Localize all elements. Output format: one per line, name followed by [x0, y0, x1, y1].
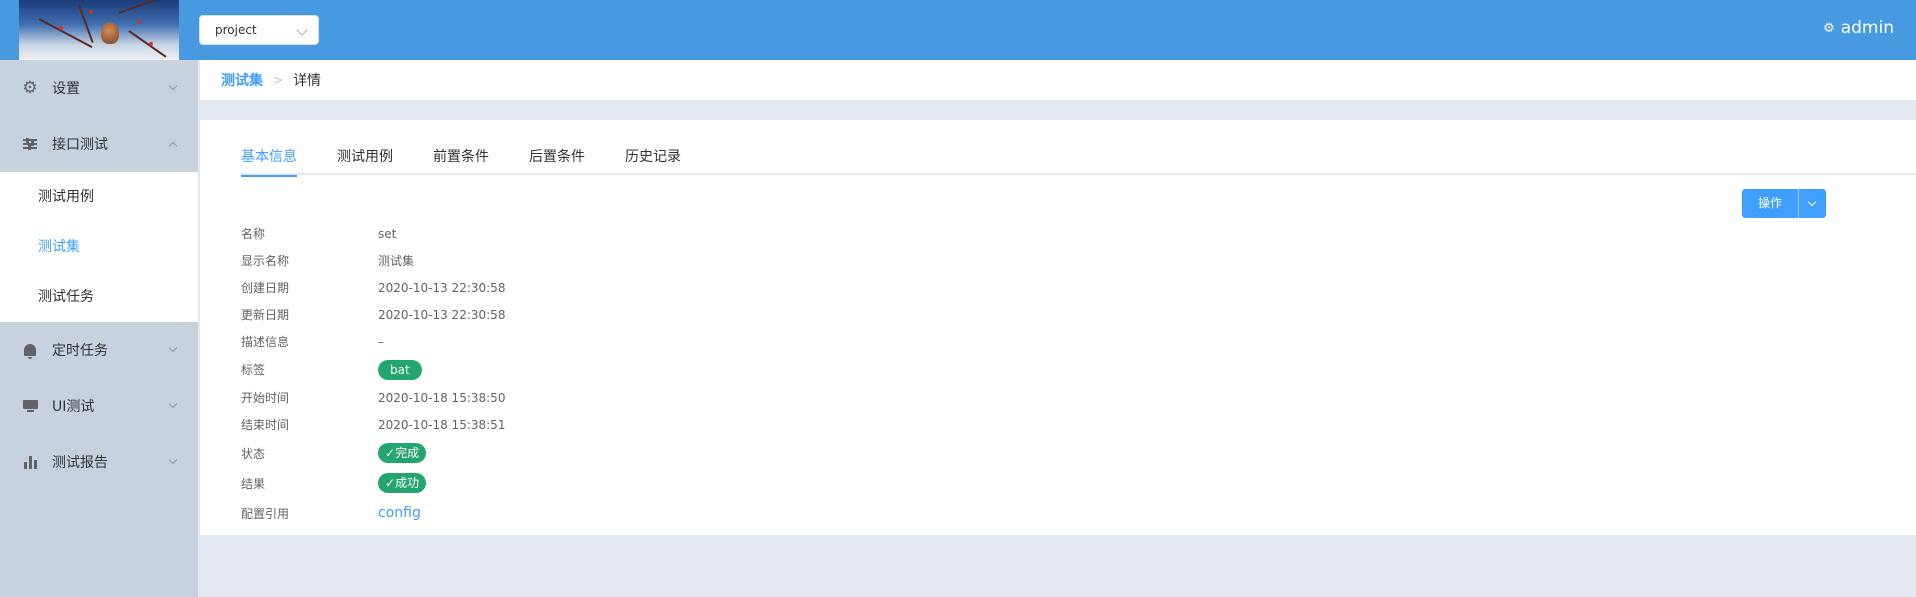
- monitor-icon: [22, 398, 38, 414]
- sidebar-item-label: 设置: [52, 81, 80, 97]
- sidebar-item-ui-test[interactable]: UI测试: [0, 378, 198, 434]
- detail-value-display-name: 测试集: [378, 254, 415, 268]
- detail-value-created: 2020-10-13 22:30:58: [378, 280, 506, 295]
- detail-row-result: 结果 ✓成功: [241, 468, 505, 498]
- detail-row-created: 创建日期 2020-10-13 22:30:58: [241, 274, 505, 301]
- detail-row-status: 状态 ✓完成: [241, 438, 505, 468]
- sidebar-item-settings[interactable]: ⚙ 设置: [0, 60, 198, 116]
- config-link[interactable]: config: [378, 505, 421, 521]
- status-badge: ✓完成: [378, 443, 427, 463]
- detail-label: 更新日期: [241, 308, 290, 322]
- sidebar-item-label: UI测试: [52, 399, 95, 415]
- sidebar-item-label: 定时任务: [52, 343, 108, 359]
- detail-list: 名称 set 显示名称 测试集 创建日期 2020-10-13 22:30:58…: [241, 220, 505, 528]
- detail-label: 配置引用: [241, 506, 290, 521]
- detail-label: 显示名称: [241, 254, 290, 268]
- detail-label: 创建日期: [241, 281, 290, 295]
- detail-row-tags: 标签 bat: [241, 355, 505, 384]
- detail-row-start-time: 开始时间 2020-10-18 15:38:50: [241, 384, 505, 411]
- detail-label: 开始时间: [241, 391, 290, 405]
- tab-history[interactable]: 历史记录: [625, 120, 681, 175]
- sidebar-item-label: 接口测试: [52, 137, 108, 153]
- chevron-down-icon: [168, 343, 178, 353]
- check-icon: ✓: [385, 446, 396, 460]
- logo-image: [19, 0, 179, 60]
- detail-label: 标签: [241, 363, 266, 377]
- detail-row-config-ref: 配置引用 config: [241, 498, 505, 528]
- sidebar-item-api-test[interactable]: 接口测试: [0, 116, 198, 172]
- sidebar-item-test-cases[interactable]: 测试用例: [0, 172, 198, 222]
- chevron-down-icon: [168, 81, 178, 91]
- project-select[interactable]: project: [199, 15, 319, 45]
- detail-row-description: 描述信息 –: [241, 328, 505, 355]
- bell-icon: [22, 342, 38, 359]
- detail-card: 基本信息 测试用例 前置条件 后置条件 历史记录 操作 名称 set 显示名称 …: [200, 120, 1916, 535]
- result-badge-label: 成功: [395, 476, 420, 490]
- detail-row-updated: 更新日期 2020-10-13 22:30:58: [241, 301, 505, 328]
- tab-preconditions[interactable]: 前置条件: [433, 120, 489, 175]
- project-select-value: project: [215, 23, 257, 37]
- user-name: admin: [1840, 18, 1894, 38]
- check-icon: ✓: [385, 476, 396, 490]
- sliders-icon: [22, 136, 38, 152]
- chevron-up-icon: [168, 141, 178, 151]
- chevron-down-icon: [168, 399, 178, 409]
- tab-bar: 基本信息 测试用例 前置条件 后置条件 历史记录: [241, 120, 1916, 177]
- breadcrumb-link-test-suites[interactable]: 测试集: [221, 70, 263, 90]
- bar-chart-icon: [22, 454, 38, 470]
- detail-value-updated: 2020-10-13 22:30:58: [378, 307, 506, 322]
- detail-row-end-time: 结束时间 2020-10-18 15:38:51: [241, 411, 505, 438]
- sidebar-item-test-reports[interactable]: 测试报告: [0, 434, 198, 490]
- sidebar-item-test-tasks[interactable]: 测试任务: [0, 272, 198, 322]
- sidebar-item-scheduled-tasks[interactable]: 定时任务: [0, 322, 198, 378]
- status-badge-label: 完成: [395, 446, 420, 460]
- chevron-down-icon: [296, 24, 308, 36]
- detail-label: 名称: [241, 227, 266, 241]
- sidebar: ⚙ 设置 接口测试 测试用例 测试集 测试任务 定时任务 UI测试 测试报告: [0, 60, 198, 597]
- operate-split-button: 操作: [1742, 189, 1826, 218]
- api-test-submenu: 测试用例 测试集 测试任务: [0, 172, 198, 322]
- operate-button[interactable]: 操作: [1742, 189, 1798, 218]
- breadcrumb-current: 详情: [293, 73, 322, 89]
- detail-value-name: set: [378, 226, 397, 241]
- result-badge: ✓成功: [378, 473, 427, 493]
- detail-row-display-name: 显示名称 测试集: [241, 247, 505, 274]
- top-bar: project ⚙ admin: [0, 0, 1916, 60]
- sidebar-item-test-suites[interactable]: 测试集: [0, 222, 198, 272]
- user-menu[interactable]: ⚙ admin: [1823, 18, 1894, 38]
- detail-label: 结果: [241, 476, 266, 491]
- detail-value-end-time: 2020-10-18 15:38:51: [378, 417, 506, 432]
- detail-label: 描述信息: [241, 335, 290, 349]
- detail-value-start-time: 2020-10-18 15:38:50: [378, 390, 506, 405]
- detail-value-description: –: [378, 334, 384, 349]
- tab-test-cases[interactable]: 测试用例: [337, 120, 393, 175]
- chevron-right-icon: >: [273, 73, 284, 87]
- chevron-down-icon: [168, 455, 178, 465]
- detail-label: 状态: [241, 446, 266, 461]
- detail-row-name: 名称 set: [241, 220, 505, 247]
- operate-dropdown-button[interactable]: [1798, 189, 1826, 218]
- breadcrumb: 测试集 > 详情: [200, 60, 1916, 100]
- gear-icon: ⚙: [22, 77, 38, 98]
- gear-icon: ⚙: [1823, 20, 1835, 36]
- sidebar-item-label: 测试报告: [52, 455, 108, 471]
- tag-badge: bat: [378, 359, 422, 380]
- detail-label: 结束时间: [241, 418, 290, 432]
- tab-basic-info[interactable]: 基本信息: [241, 120, 297, 177]
- tab-postconditions[interactable]: 后置条件: [529, 120, 585, 175]
